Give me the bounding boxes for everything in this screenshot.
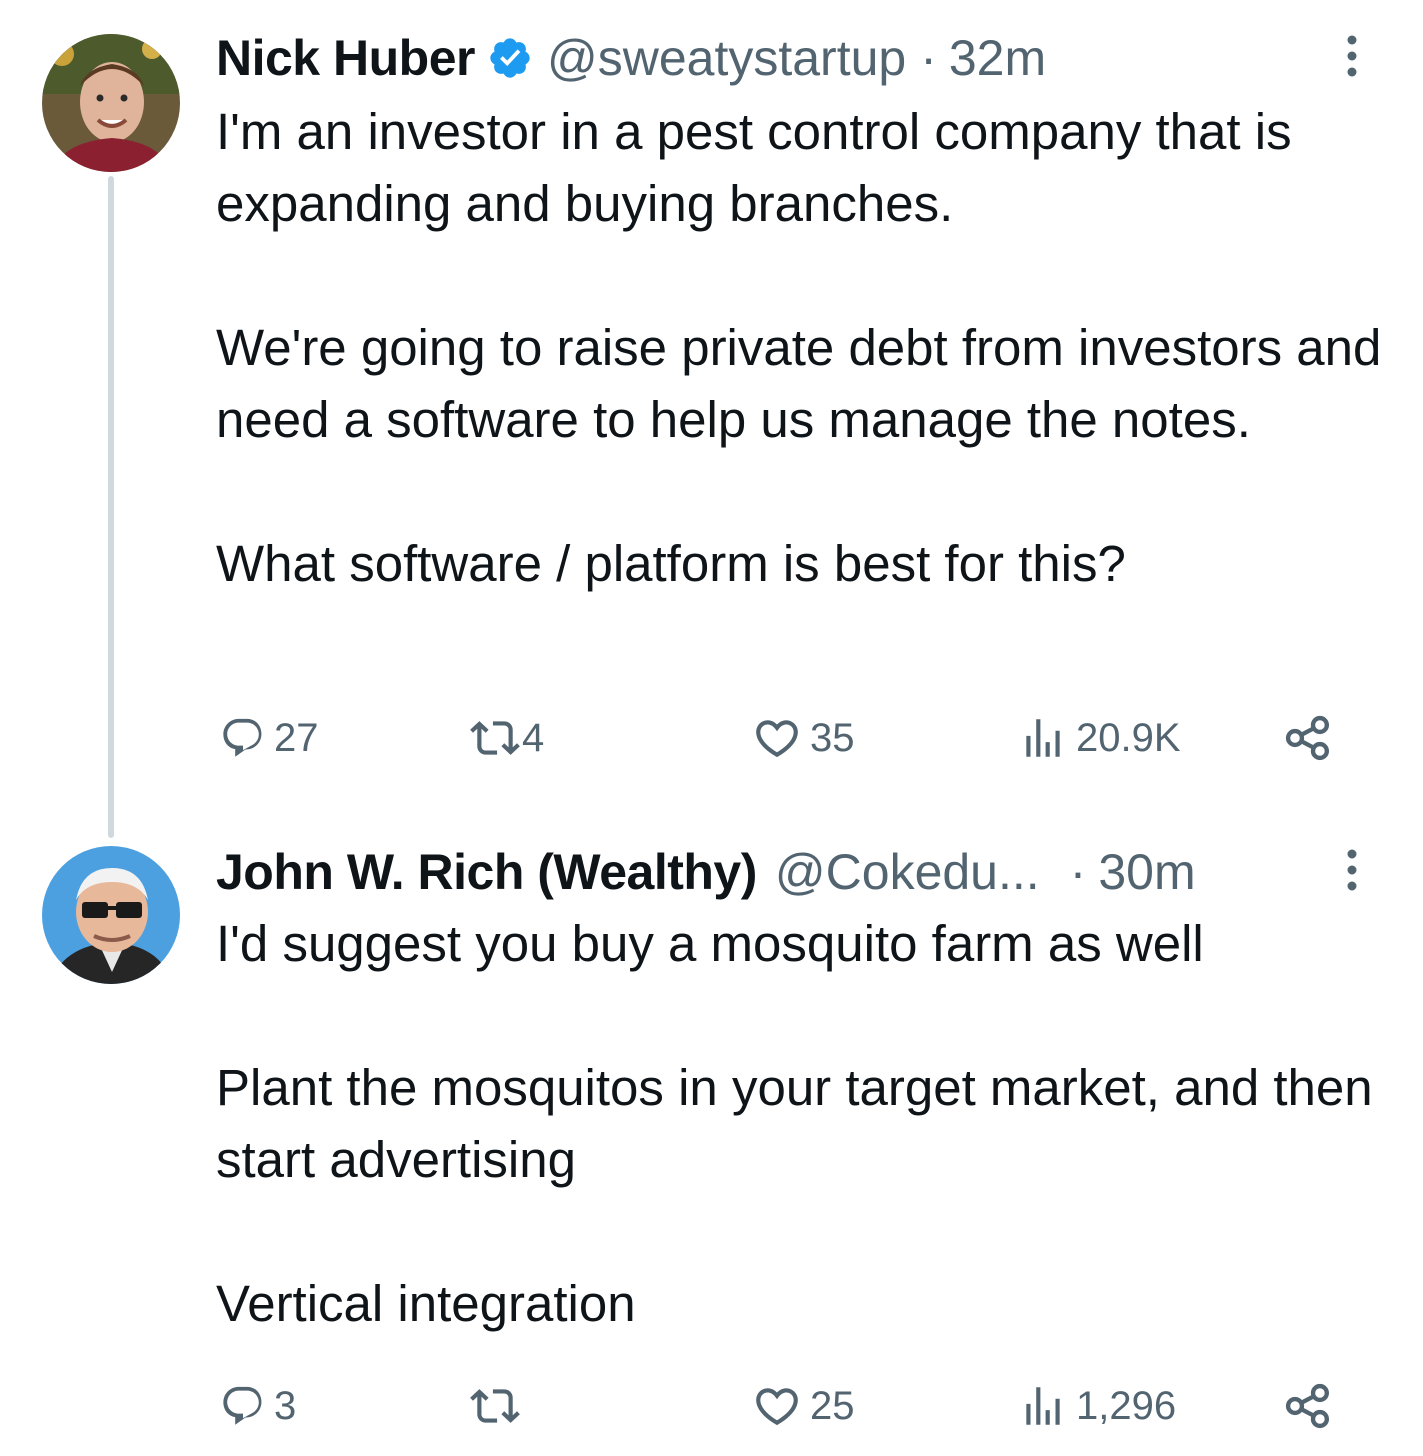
tweet-actions: 27 4 35 20.9K [216,708,1346,768]
author-name[interactable]: Nick Huber [216,29,475,87]
reply-count: 3 [274,1383,297,1428]
reply-icon [223,1386,262,1425]
author-handle[interactable]: @Cokedu... [775,843,1040,901]
share-button[interactable] [1282,708,1334,768]
reply-count: 27 [274,715,319,760]
tweet-header: John W. Rich (Wealthy) @Cokedu... · 30m [216,842,1196,902]
retweet-button[interactable]: 4 [470,708,544,768]
avatar-john-w-rich[interactable] [42,846,180,984]
views-icon [1026,1387,1060,1425]
retweet-count: 4 [522,715,545,760]
time-separator: · [920,30,937,86]
share-icon [1285,1383,1330,1429]
tweet-text: I'd suggest you buy a mosquito farm as w… [216,915,1373,1332]
tweet-1[interactable]: Nick Huber @sweatystartup · 32m I'm an i… [0,0,1423,838]
like-button[interactable]: 25 [752,1376,855,1436]
avatar-nick-huber[interactable] [42,34,180,172]
like-count: 25 [810,1383,855,1428]
retweet-icon [470,1389,520,1423]
verified-badge-icon [487,35,533,81]
views-button[interactable]: 20.9K [1018,708,1181,768]
like-button[interactable]: 35 [752,708,855,768]
tweet-actions: 3 25 1,296 [216,1376,1346,1436]
time-separator: · [1069,844,1087,900]
like-icon [756,720,798,758]
tweet-time[interactable]: 30m [1098,843,1195,901]
more-icon[interactable] [1342,848,1362,899]
share-button[interactable] [1282,1376,1334,1436]
tweet-time[interactable]: 32m [949,29,1046,87]
thread-connector-line [108,176,114,838]
reply-button[interactable]: 27 [220,708,319,768]
more-icon[interactable] [1342,34,1362,85]
tweet-2[interactable]: John W. Rich (Wealthy) @Cokedu... · 30m … [0,830,1423,1456]
view-count: 20.9K [1076,715,1181,760]
view-count: 1,296 [1076,1383,1177,1428]
views-icon [1026,719,1060,757]
author-handle[interactable]: @sweatystartup [547,29,906,87]
author-name[interactable]: John W. Rich (Wealthy) [216,843,757,901]
reply-button[interactable]: 3 [220,1376,296,1436]
like-icon [756,1388,798,1426]
retweet-button[interactable] [470,1376,522,1436]
tweet-text: I'm an investor in a pest control compan… [216,103,1382,592]
like-count: 35 [810,715,855,760]
views-button[interactable]: 1,296 [1018,1376,1176,1436]
reply-icon [223,718,262,757]
tweet-header: Nick Huber @sweatystartup · 32m [216,28,1046,88]
share-icon [1285,715,1330,761]
retweet-icon [470,721,520,755]
